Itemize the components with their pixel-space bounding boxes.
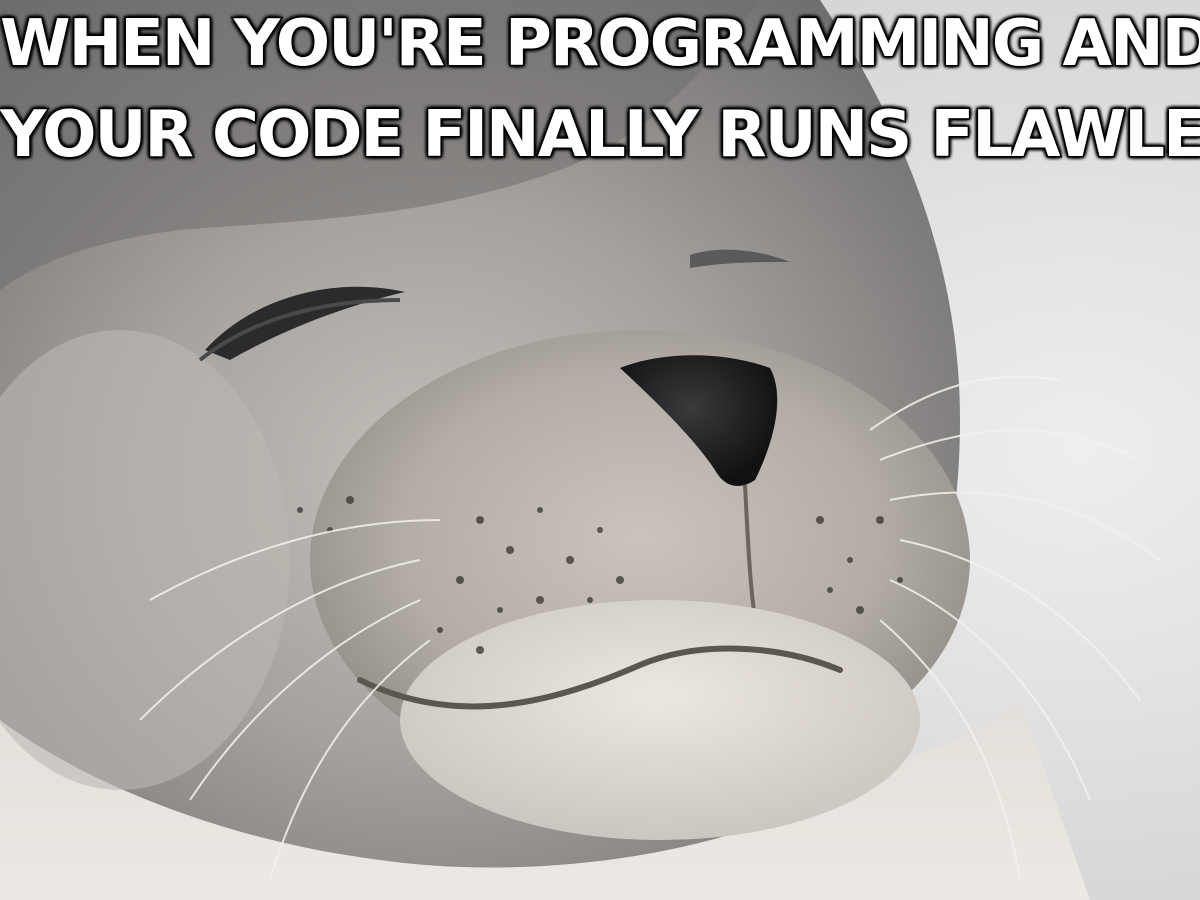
meme-image: WHEN YOU'RE PROGRAMMING AND YOUR CODE FI… xyxy=(0,0,1200,900)
caption-line-top: WHEN YOU'RE PROGRAMMING AND xyxy=(0,6,1200,83)
meme-caption: WHEN YOU'RE PROGRAMMING AND YOUR CODE FI… xyxy=(0,0,1200,200)
seal-chin xyxy=(400,600,920,840)
caption-line-bottom: YOUR CODE FINALLY RUNS FLAWLESSLY xyxy=(0,97,1200,174)
